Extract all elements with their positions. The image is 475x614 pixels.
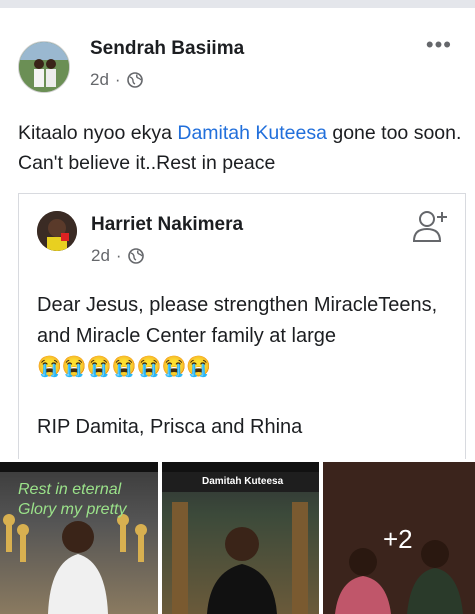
shared-author-name[interactable]: Harriet Nakimera (91, 214, 243, 236)
photo-2[interactable]: Damitah Kuteesa (162, 462, 319, 614)
post-body: Kitaalo nyoo ekya Damitah Kuteesa gone t… (18, 118, 463, 178)
photo-1-caption: Rest in eternal Glory my pretty (18, 481, 127, 518)
author-name[interactable]: Sendrah Basiima (90, 38, 244, 60)
shared-post-time[interactable]: 2d (91, 246, 110, 266)
post-time[interactable]: 2d (90, 70, 109, 90)
photo-grid: Rest in eternal Glory my pretty Damitah … (0, 462, 475, 614)
photo-3[interactable]: +2 (323, 462, 475, 614)
crying-emojis: 😭😭😭😭😭😭😭 (37, 356, 212, 378)
shared-post[interactable]: Harriet Nakimera 2d · Dear Jesus, please… (18, 193, 466, 459)
shared-text-body: Dear Jesus, please strengthen MiracleTee… (37, 294, 438, 347)
shared-post-rip: RIP Damita, Prisca and Rhina (37, 416, 303, 438)
photo-1[interactable]: Rest in eternal Glory my pretty (0, 462, 158, 614)
post-meta: 2d · (90, 70, 143, 90)
meta-separator: · (114, 70, 121, 89)
more-options-icon[interactable]: ••• (426, 34, 452, 56)
shared-author-avatar[interactable] (37, 211, 77, 251)
shared-post-text: Dear Jesus, please strengthen MiracleTee… (37, 290, 457, 383)
mention-link[interactable]: Damitah Kuteesa (177, 122, 327, 144)
globe-icon (127, 248, 144, 264)
shared-meta-separator: · (115, 246, 122, 265)
globe-icon (126, 72, 143, 88)
shared-post-meta: 2d · (91, 246, 144, 266)
photo-2-title: Damitah Kuteesa (202, 476, 284, 487)
add-friend-icon[interactable] (411, 208, 451, 244)
top-divider (0, 0, 475, 8)
more-photos-count[interactable]: +2 (383, 524, 413, 555)
post-text-before: Kitaalo nyoo ekya (18, 122, 178, 144)
post-header: Sendrah Basiima 2d · ••• (18, 28, 458, 98)
author-avatar[interactable] (18, 41, 70, 93)
